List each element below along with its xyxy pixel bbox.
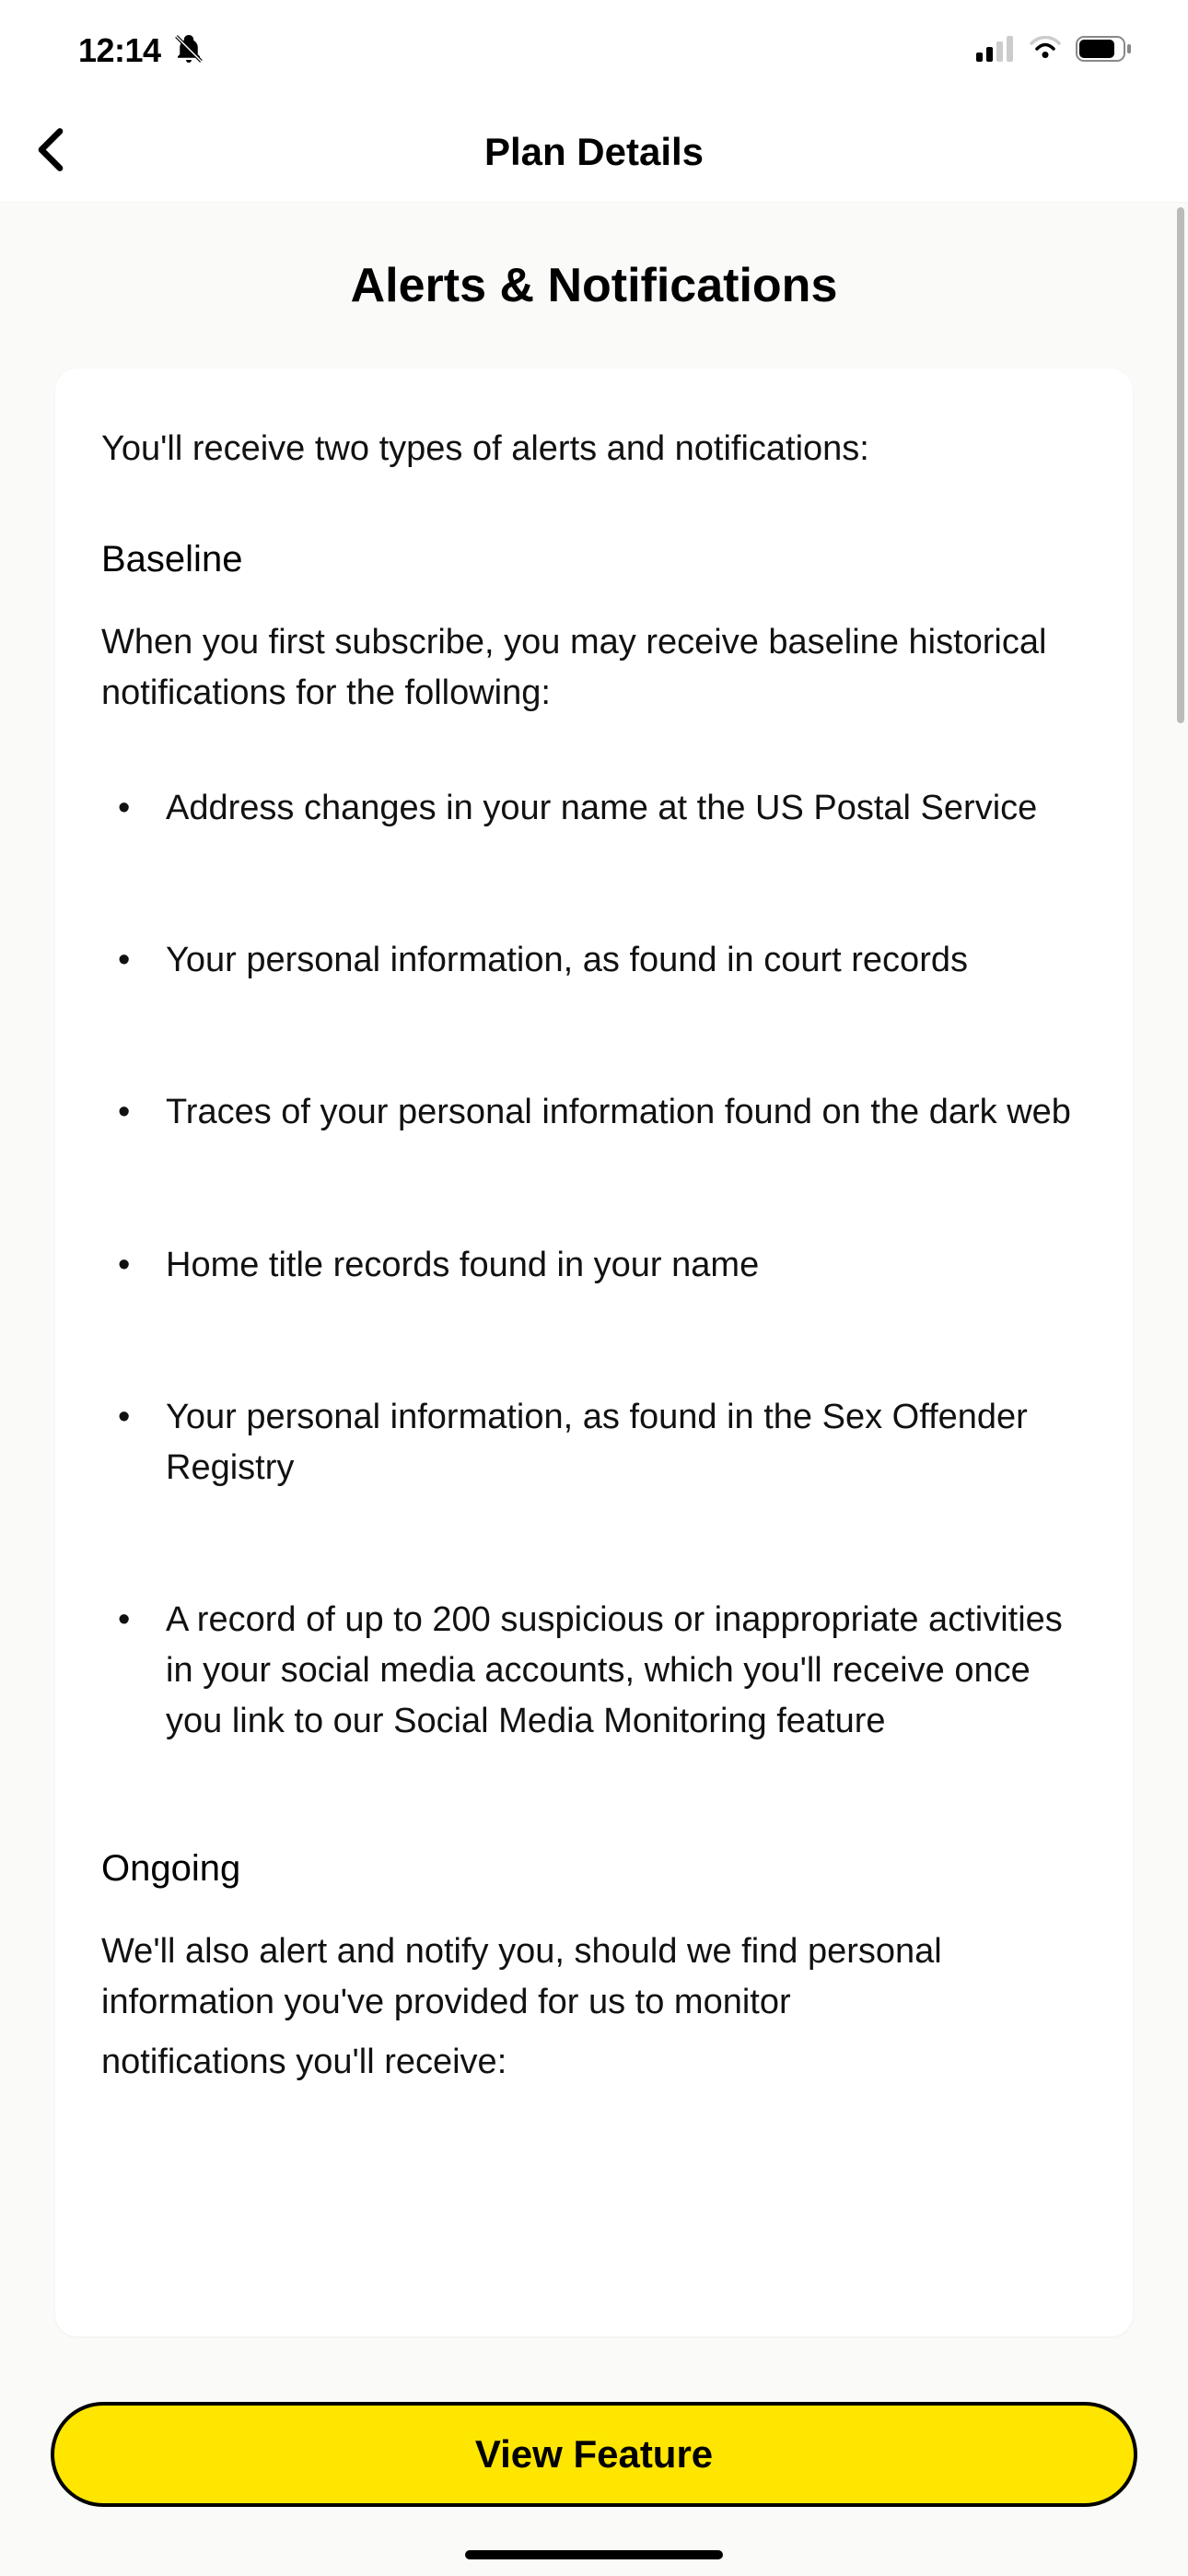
wifi-icon	[1028, 36, 1063, 66]
list-item: A record of up to 200 suspicious or inap…	[101, 1595, 1087, 1747]
battery-icon	[1076, 36, 1133, 66]
home-indicator[interactable]	[465, 2550, 723, 2559]
content-scroll-area[interactable]: Alerts & Notifications You'll receive tw…	[0, 203, 1188, 2576]
ongoing-trailing: notifications you'll receive:	[101, 2037, 1087, 2088]
nav-title: Plan Details	[0, 130, 1188, 174]
view-feature-button[interactable]: View Feature	[51, 2402, 1137, 2507]
dnd-icon	[172, 32, 205, 70]
section-title: Alerts & Notifications	[0, 258, 1188, 313]
list-item: Home title records found in your name	[101, 1240, 1087, 1291]
cellular-signal-icon	[976, 36, 1015, 66]
ongoing-description: We'll also alert and notify you, should …	[101, 1926, 1087, 2028]
baseline-list: Address changes in your name at the US P…	[101, 783, 1087, 1747]
list-item: Your personal information, as found in t…	[101, 1392, 1087, 1493]
chevron-left-icon	[32, 126, 69, 172]
status-bar: 12:14	[0, 0, 1188, 101]
list-item: Address changes in your name at the US P…	[101, 783, 1087, 834]
intro-text: You'll receive two types of alerts and n…	[101, 424, 1087, 474]
list-item: Your personal information, as found in c…	[101, 935, 1087, 986]
nav-bar: Plan Details	[0, 101, 1188, 203]
back-button[interactable]	[32, 126, 69, 177]
baseline-description: When you first subscribe, you may receiv…	[101, 617, 1087, 719]
status-left: 12:14	[78, 31, 205, 70]
ongoing-heading: Ongoing	[101, 1848, 1087, 1890]
status-time: 12:14	[78, 31, 161, 70]
content-card: You'll receive two types of alerts and n…	[55, 369, 1133, 2336]
list-item: Traces of your personal information foun…	[101, 1087, 1087, 1138]
baseline-heading: Baseline	[101, 539, 1087, 580]
cta-label: View Feature	[475, 2432, 713, 2476]
status-right	[976, 36, 1133, 66]
scroll-indicator[interactable]	[1177, 207, 1184, 723]
